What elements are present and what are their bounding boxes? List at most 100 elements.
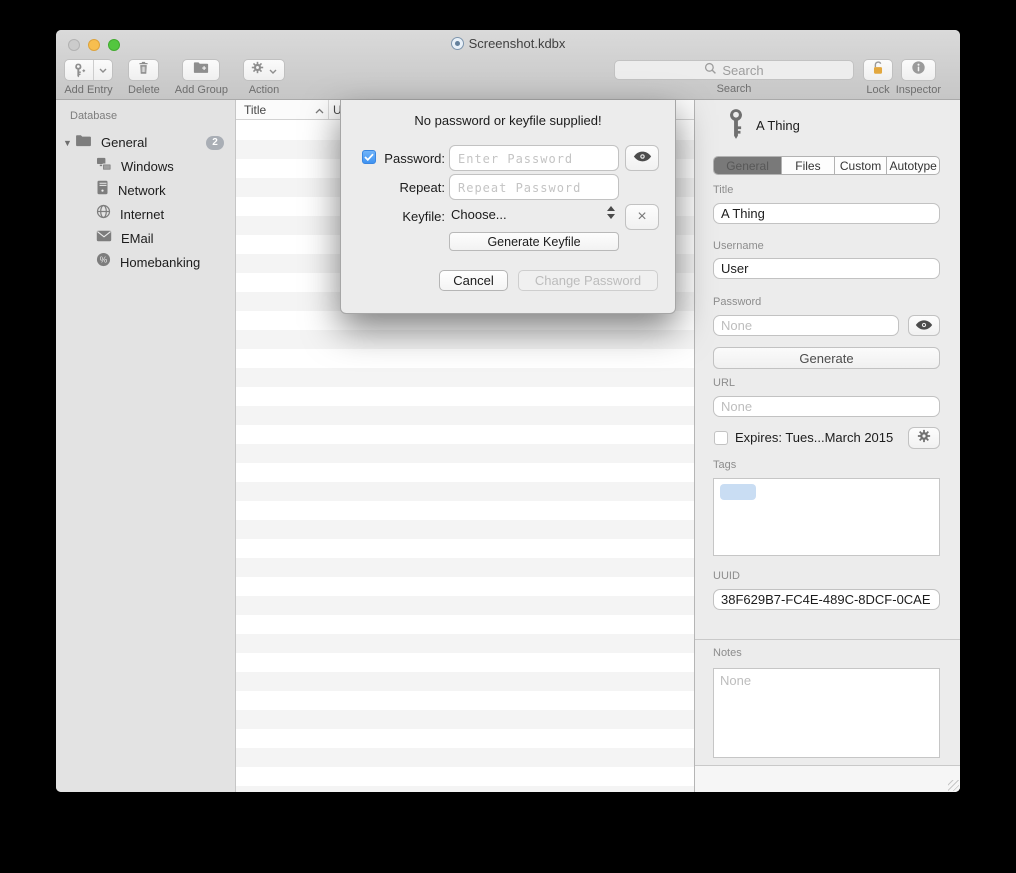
disclosure-triangle-icon[interactable]: ▼: [63, 138, 75, 148]
workgroup-icon: [96, 157, 112, 176]
gear-icon: [251, 61, 264, 79]
inspector-label: Inspector: [896, 84, 941, 96]
group-label: Windows: [121, 159, 174, 174]
sidebar-item-homebanking[interactable]: % Homebanking: [56, 250, 235, 274]
uuid-input[interactable]: [713, 589, 940, 610]
reveal-password-button[interactable]: [908, 315, 940, 336]
inspector-panel: A Thing General Files Custom Autotype Ti…: [695, 100, 960, 792]
dialog-password-input[interactable]: [449, 145, 619, 171]
search-placeholder: Search: [722, 63, 763, 78]
window-title: Screenshot.kdbx: [469, 36, 566, 51]
title-input[interactable]: [713, 203, 940, 224]
divider: [695, 639, 960, 640]
generate-password-button[interactable]: Generate: [713, 347, 940, 369]
delete-button[interactable]: [128, 59, 159, 81]
url-field-label: URL: [713, 377, 735, 389]
add-entry-dropdown[interactable]: [93, 60, 112, 80]
tag-chip[interactable]: [720, 484, 756, 500]
sidebar-item-windows[interactable]: Windows: [56, 154, 235, 178]
change-password-button[interactable]: Change Password: [518, 270, 658, 291]
expires-label: Expires: Tues...March 2015: [735, 430, 893, 445]
search-label: Search: [717, 83, 752, 95]
key-plus-icon: [65, 60, 93, 80]
tab-autotype[interactable]: Autotype: [887, 157, 939, 174]
delete-label: Delete: [128, 84, 160, 96]
uuid-field-label: UUID: [713, 570, 740, 582]
info-icon: [911, 60, 926, 80]
tags-field-label: Tags: [713, 459, 736, 471]
keyfile-popup[interactable]: Choose...: [451, 207, 507, 222]
envelope-icon: [96, 229, 112, 247]
title-field-label: Title: [713, 184, 733, 196]
lock-button[interactable]: [863, 59, 893, 81]
entry-title: A Thing: [756, 118, 800, 133]
lock-label: Lock: [866, 84, 889, 96]
trash-icon: [137, 61, 150, 80]
chevron-down-icon: [269, 61, 277, 79]
dialog-reveal-password-button[interactable]: [625, 145, 659, 171]
document-icon: [451, 37, 464, 50]
desktop: Screenshot.kdbx: [0, 0, 1016, 873]
notes-input[interactable]: [713, 668, 940, 758]
group-label: EMail: [121, 231, 154, 246]
tab-general[interactable]: General: [714, 157, 782, 174]
change-password-dialog: No password or keyfile supplied! Passwor…: [340, 100, 676, 314]
inspector-button[interactable]: [901, 59, 936, 81]
expires-checkbox[interactable]: [714, 431, 728, 445]
add-entry-label: Add Entry: [64, 84, 112, 96]
svg-text:%: %: [100, 255, 108, 265]
tab-custom[interactable]: Custom: [835, 157, 888, 174]
percent-icon: %: [96, 252, 111, 272]
search-input[interactable]: Search: [614, 60, 854, 80]
dialog-message: No password or keyfile supplied!: [341, 113, 675, 128]
username-field-label: Username: [713, 240, 764, 252]
popup-stepper-icon[interactable]: [607, 206, 615, 219]
lock-open-icon: [871, 60, 885, 81]
titlebar: Screenshot.kdbx: [56, 30, 960, 57]
sidebar-section-header: Database: [70, 110, 235, 122]
globe-icon: [96, 204, 111, 224]
dialog-repeat-input[interactable]: [449, 174, 619, 200]
add-entry-button[interactable]: [64, 59, 113, 81]
dialog-keyfile-label: Keyfile:: [379, 209, 445, 224]
column-header-title[interactable]: Title: [236, 100, 329, 119]
group-label: Homebanking: [120, 255, 200, 270]
sidebar-item-email[interactable]: EMail: [56, 226, 235, 250]
window-chrome: Screenshot.kdbx: [56, 30, 960, 100]
eye-icon: [915, 317, 933, 335]
resize-grip[interactable]: [948, 780, 959, 791]
cancel-button[interactable]: Cancel: [439, 270, 508, 291]
password-checkbox[interactable]: [362, 150, 376, 164]
password-field-label: Password: [713, 296, 761, 308]
username-input[interactable]: [713, 258, 940, 279]
sidebar-item-internet[interactable]: Internet: [56, 202, 235, 226]
sort-ascending-icon: [315, 103, 324, 117]
dialog-password-label: Password:: [379, 151, 445, 166]
action-button[interactable]: [243, 59, 285, 81]
group-label: Internet: [120, 207, 164, 222]
action-label: Action: [249, 84, 280, 96]
toolbar: Add Entry Delete: [56, 57, 960, 100]
key-icon: [725, 108, 747, 145]
entry-count-badge: 2: [206, 136, 224, 150]
password-input[interactable]: [713, 315, 899, 336]
eye-icon: [633, 149, 652, 167]
url-input[interactable]: [713, 396, 940, 417]
generate-keyfile-button[interactable]: Generate Keyfile: [449, 232, 619, 251]
dialog-repeat-label: Repeat:: [379, 180, 445, 195]
sidebar-item-network[interactable]: Network: [56, 178, 235, 202]
server-icon: [96, 180, 109, 200]
app-window: Screenshot.kdbx: [56, 30, 960, 792]
sidebar: Database ▼ General 2: [56, 100, 236, 792]
sidebar-item-general[interactable]: ▼ General 2: [56, 131, 235, 154]
inspector-tabs: General Files Custom Autotype: [713, 156, 940, 175]
clear-keyfile-button[interactable]: ×: [625, 204, 659, 230]
tags-input[interactable]: [713, 478, 940, 556]
folder-plus-icon: [193, 61, 209, 79]
add-group-button[interactable]: [182, 59, 220, 81]
tab-files[interactable]: Files: [782, 157, 835, 174]
search-icon: [704, 62, 717, 78]
group-label: General: [101, 135, 147, 150]
group-label: Network: [118, 183, 166, 198]
expiry-settings-button[interactable]: [908, 427, 940, 449]
